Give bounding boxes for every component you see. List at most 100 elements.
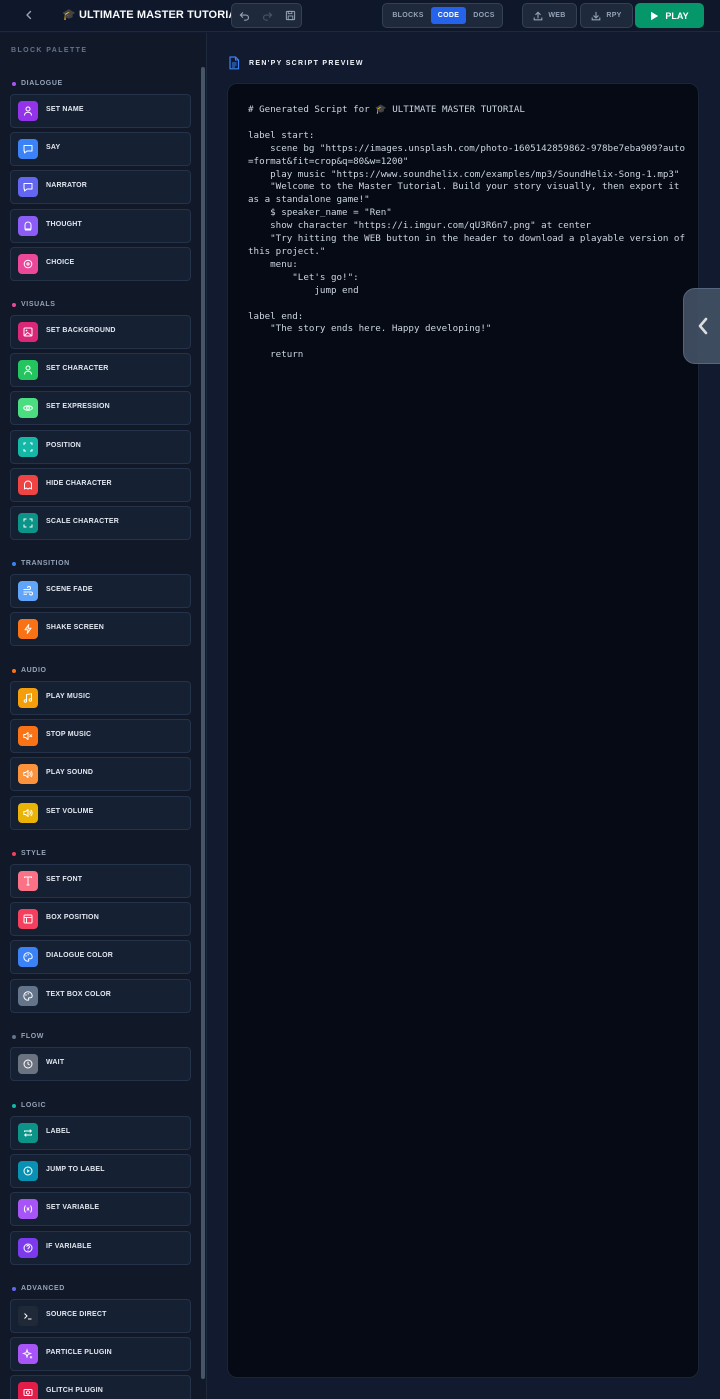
category-label: DIALOGUE	[21, 80, 63, 87]
top-toolbar: 🎓 ULTIMATE MASTER TUTORIAL BLOCKS CODE D…	[0, 0, 720, 32]
block-box-position[interactable]: BOX POSITION	[10, 902, 191, 937]
block-label[interactable]: LABEL	[10, 1116, 191, 1150]
block-play-music[interactable]: PLAY MUSIC	[10, 681, 191, 715]
block-label: SAY	[46, 144, 61, 152]
chevron-left-icon	[26, 10, 32, 20]
category-style: STYLE	[12, 850, 47, 857]
mute-icon	[18, 726, 38, 747]
block-thought[interactable]: THOUGHT	[10, 208, 191, 243]
block-label: SET EXPRESSION	[46, 403, 110, 411]
person-icon	[18, 101, 38, 121]
play-button[interactable]: PLAY	[635, 3, 704, 28]
block-label: SET VOLUME	[46, 807, 94, 815]
history-controls	[231, 3, 302, 28]
download-icon	[591, 11, 601, 20]
block-label: PLAY SOUND	[46, 769, 94, 777]
block-shake-screen[interactable]: SHAKE SCREEN	[10, 612, 191, 647]
tab-docs[interactable]: DOCS	[469, 7, 499, 24]
palette-icon	[18, 947, 38, 968]
category-logic: LOGIC	[12, 1102, 46, 1109]
block-label: IF VARIABLE	[46, 1242, 92, 1250]
variable-icon	[18, 1199, 38, 1220]
chat-bubble-icon	[18, 177, 38, 198]
export-rpy-label: RPY	[606, 12, 622, 19]
block-label: SET FONT	[46, 876, 83, 883]
block-jump-to-label[interactable]: JUMP TO LABEL	[10, 1154, 191, 1189]
block-set-variable[interactable]: SET VARIABLE	[10, 1192, 191, 1227]
block-particle-plugin[interactable]: PARTICLE PLUGIN	[10, 1337, 191, 1372]
export-rpy-button[interactable]: RPY	[580, 3, 633, 28]
block-narrator[interactable]: NARRATOR	[10, 170, 191, 205]
block-play-sound[interactable]: PLAY SOUND	[10, 757, 191, 792]
category-dot	[12, 561, 16, 566]
block-set-font[interactable]: SET FONT	[10, 864, 191, 898]
sparkles-icon	[18, 1344, 38, 1365]
palette-icon	[18, 985, 38, 1006]
block-text-box-color[interactable]: TEXT BOX COLOR	[10, 978, 191, 1013]
ghost-icon	[18, 474, 38, 495]
block-label: SCALE CHARACTER	[46, 518, 119, 525]
category-dot	[12, 1103, 16, 1108]
block-wait[interactable]: WAIT	[10, 1047, 191, 1081]
tab-blocks[interactable]: BLOCKS	[389, 7, 427, 24]
block-label: GLITCH PLUGIN	[46, 1387, 104, 1395]
project-title: 🎓 ULTIMATE MASTER TUTORIAL	[62, 9, 244, 21]
block-set-volume[interactable]: SET VOLUME	[10, 795, 191, 830]
block-stop-music[interactable]: STOP MUSIC	[10, 719, 191, 754]
tab-code[interactable]: CODE	[431, 7, 466, 24]
upload-icon	[534, 11, 543, 20]
block-scale-character[interactable]: SCALE CHARACTER	[10, 506, 191, 540]
block-label: THOUGHT	[46, 220, 83, 228]
chevron-left-icon	[698, 317, 708, 335]
redo-button[interactable]	[256, 5, 278, 27]
category-label: LOGIC	[21, 1102, 47, 1109]
wind-icon	[18, 581, 38, 601]
block-if-variable[interactable]: IF VARIABLE	[10, 1230, 191, 1265]
block-label: SET NAME	[46, 106, 84, 113]
category-dot	[12, 1034, 16, 1039]
block-dialogue-color[interactable]: DIALOGUE COLOR	[10, 940, 191, 975]
category-visuals: VISUALS	[12, 301, 56, 308]
block-label: BOX POSITION	[46, 914, 99, 922]
block-label: PARTICLE PLUGIN	[46, 1349, 112, 1357]
block-hide-character[interactable]: HIDE CHARACTER	[10, 467, 191, 502]
block-choice[interactable]: CHOICE	[10, 246, 191, 281]
block-set-background[interactable]: SET BACKGROUND	[10, 315, 191, 349]
undo-button[interactable]	[233, 5, 255, 27]
block-set-name[interactable]: SET NAME	[10, 94, 191, 128]
block-label: NARRATOR	[46, 182, 88, 190]
block-label: HIDE CHARACTER	[46, 479, 112, 487]
preview-title: REN'PY SCRIPT PREVIEW	[249, 59, 364, 67]
sidebar-scrollbar[interactable]	[201, 67, 205, 1379]
export-web-button[interactable]: WEB	[522, 3, 577, 28]
block-set-character[interactable]: SET CHARACTER	[10, 353, 191, 388]
category-dot	[12, 81, 16, 86]
maximize-icon	[18, 513, 38, 533]
script-code[interactable]: # Generated Script for 🎓 ULTIMATE MASTER…	[248, 104, 688, 362]
category-advanced: ADVANCED	[12, 1285, 65, 1292]
file-text-icon	[229, 56, 240, 70]
save-icon	[285, 10, 295, 21]
block-label: JUMP TO LABEL	[46, 1166, 105, 1174]
block-label: PLAY MUSIC	[46, 693, 91, 700]
category-dialogue: DIALOGUE	[12, 80, 63, 87]
speaker-icon	[18, 764, 38, 785]
collapse-panel-button[interactable]	[683, 288, 720, 364]
block-set-expression[interactable]: SET EXPRESSION	[10, 391, 191, 426]
block-label: SET VARIABLE	[46, 1204, 100, 1212]
block-label: SCENE FADE	[46, 586, 93, 593]
back-button[interactable]	[18, 4, 40, 26]
export-web-label: WEB	[548, 12, 566, 19]
category-label: VISUALS	[21, 301, 56, 308]
category-audio: AUDIO	[12, 667, 47, 674]
block-source-direct[interactable]: SOURCE DIRECT	[10, 1299, 191, 1333]
block-say[interactable]: SAY	[10, 132, 191, 167]
camera-icon	[18, 1382, 38, 1399]
block-glitch-plugin[interactable]: GLITCH PLUGIN	[10, 1375, 191, 1399]
redo-icon	[262, 12, 272, 21]
block-position[interactable]: POSITION	[10, 429, 191, 464]
view-switcher: BLOCKS CODE DOCS	[382, 3, 503, 28]
terminal-icon	[18, 1306, 38, 1326]
block-scene-fade[interactable]: SCENE FADE	[10, 574, 191, 608]
save-button[interactable]	[279, 5, 301, 27]
